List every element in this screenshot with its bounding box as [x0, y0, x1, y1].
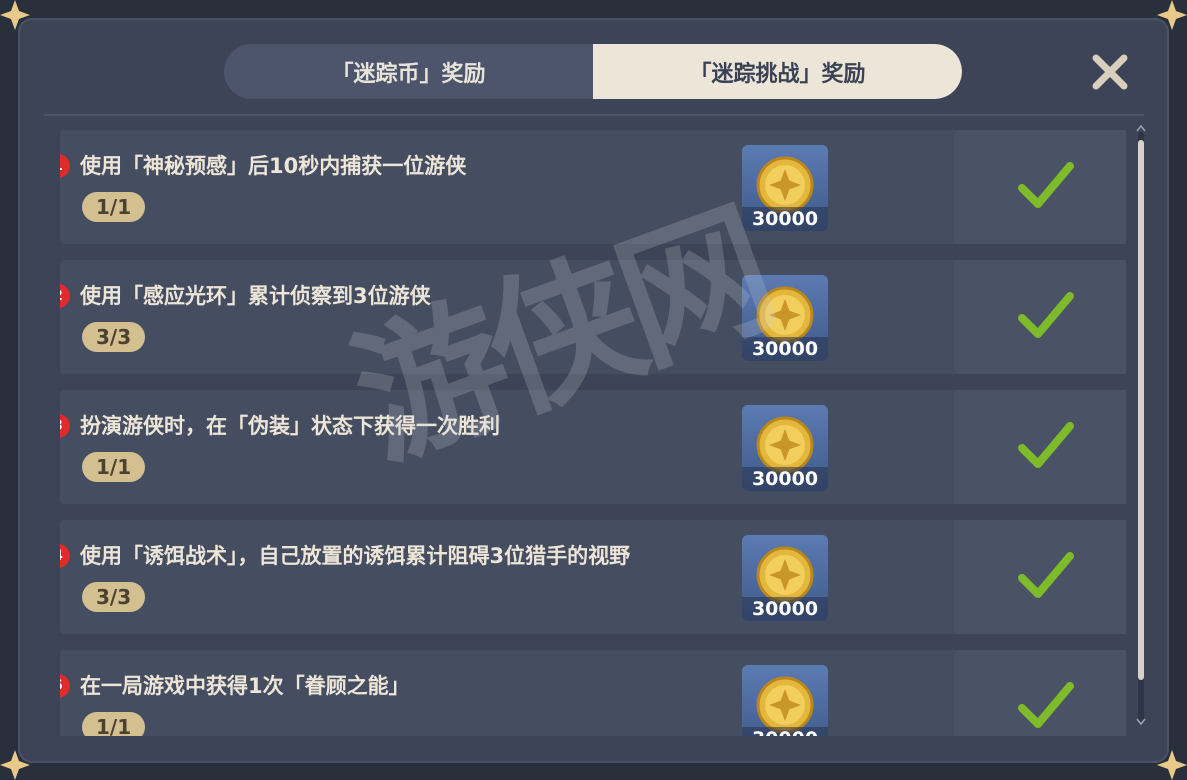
- coin-icon: [756, 546, 814, 604]
- task-number-badge: 3: [60, 414, 70, 438]
- corner-ornament-icon: [0, 750, 30, 780]
- task-progress: 3/3: [82, 582, 146, 612]
- scroll-down-icon[interactable]: [1136, 718, 1146, 726]
- task-progress: 3/3: [82, 322, 146, 352]
- check-icon: [1018, 552, 1074, 598]
- divider: [44, 114, 1144, 116]
- task-number-badge: 1: [60, 154, 70, 178]
- task-description: 使用「神秘预感」后10秒内捕获一位游侠: [80, 154, 467, 178]
- check-icon: [1018, 682, 1074, 728]
- check-icon: [1018, 162, 1074, 208]
- task-number-badge: 2: [60, 284, 70, 308]
- task-description: 使用「诱饵战术」，自己放置的诱饵累计阻碍3位猎手的视野: [80, 544, 631, 568]
- check-icon: [1018, 422, 1074, 468]
- scroll-up-icon[interactable]: [1136, 124, 1146, 132]
- list-item: 3 扮演游侠时，在「伪装」状态下获得一次胜利 1/1 30000: [60, 390, 1126, 504]
- reward-amount: 30000: [742, 337, 828, 361]
- coin-icon: [756, 156, 814, 214]
- task-description: 扮演游侠时，在「伪装」状态下获得一次胜利: [80, 414, 500, 438]
- list-item: 1 使用「神秘预感」后10秒内捕获一位游侠 1/1 30000: [60, 130, 1126, 244]
- list-item: 2 使用「感应光环」累计侦察到3位游侠 3/3 30000: [60, 260, 1126, 374]
- scrollbar-thumb[interactable]: [1138, 140, 1144, 680]
- task-number-badge: 5: [60, 674, 70, 698]
- coin-icon: [756, 416, 814, 474]
- reward-amount: 30000: [742, 467, 828, 491]
- challenge-list[interactable]: 1 使用「神秘预感」后10秒内捕获一位游侠 1/1 30000 2 使用「感应光…: [60, 130, 1126, 736]
- task-description: 使用「感应光环」累计侦察到3位游侠: [80, 284, 431, 308]
- reward-amount: 30000: [742, 727, 828, 736]
- check-icon: [1018, 292, 1074, 338]
- coin-icon: [756, 676, 814, 734]
- list-item: 5 在一局游戏中获得1次「眷顾之能」 1/1 30000: [60, 650, 1126, 736]
- list-item: 4 使用「诱饵战术」，自己放置的诱饵累计阻碍3位猎手的视野 3/3 30000: [60, 520, 1126, 634]
- corner-ornament-icon: [1157, 750, 1187, 780]
- coin-icon: [756, 286, 814, 344]
- reward-item[interactable]: 30000: [742, 275, 828, 361]
- reward-item[interactable]: 30000: [742, 145, 828, 231]
- task-progress: 1/1: [82, 712, 146, 736]
- tab-mizong-coin-rewards[interactable]: 「迷踪币」奖励: [224, 44, 593, 99]
- task-progress: 1/1: [82, 192, 146, 222]
- task-number-badge: 4: [60, 544, 70, 568]
- corner-ornament-icon: [1157, 0, 1187, 30]
- reward-item[interactable]: 30000: [742, 405, 828, 491]
- reward-amount: 30000: [742, 207, 828, 231]
- close-button[interactable]: [1090, 52, 1130, 92]
- tab-mizong-challenge-rewards[interactable]: 「迷踪挑战」奖励: [593, 44, 962, 99]
- corner-ornament-icon: [0, 0, 30, 30]
- reward-tabs: 「迷踪币」奖励 「迷踪挑战」奖励: [224, 44, 962, 99]
- reward-item[interactable]: 30000: [742, 535, 828, 621]
- task-progress: 1/1: [82, 452, 146, 482]
- reward-amount: 30000: [742, 597, 828, 621]
- task-description: 在一局游戏中获得1次「眷顾之能」: [80, 674, 410, 698]
- reward-item[interactable]: 30000: [742, 665, 828, 736]
- close-icon: [1092, 54, 1128, 90]
- scrollbar[interactable]: [1138, 132, 1144, 722]
